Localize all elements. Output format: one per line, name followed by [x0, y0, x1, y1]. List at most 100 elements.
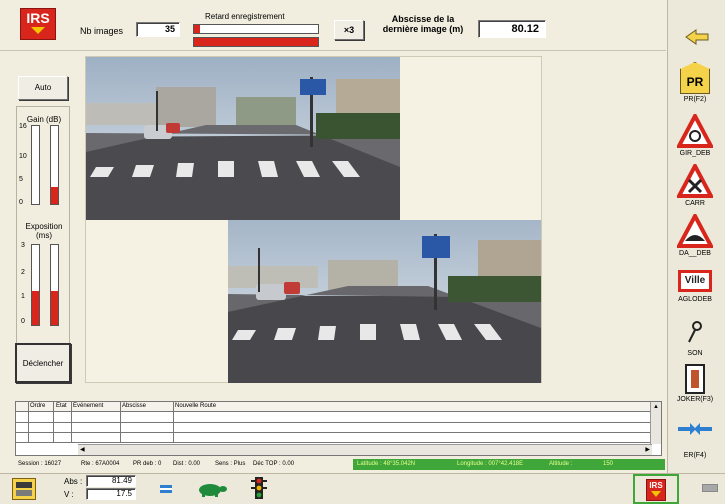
gain-tick-0: 0 [19, 199, 23, 206]
toolbar-da-deb-button[interactable]: DA__DEB [672, 211, 718, 260]
microphone-icon [688, 321, 702, 343]
x3-button[interactable]: ×3 [334, 20, 364, 40]
col-header-abscisse[interactable]: Abscisse [122, 403, 146, 409]
expo-bar-right [50, 244, 59, 326]
auto-button[interactable]: Auto [18, 76, 68, 100]
expo-label: Exposition (ms) [17, 222, 71, 240]
traffic-light-icon[interactable] [249, 476, 269, 502]
abs-value: 81.49 [111, 476, 132, 485]
declencher-label: Déclencher [22, 359, 64, 368]
expo-tick-1: 1 [21, 293, 25, 300]
gps-longitude: Longitude : 007°42.418E [457, 461, 524, 467]
toolbar-son-label: SON [687, 350, 703, 357]
col-header-etat[interactable]: Etat [56, 403, 67, 409]
expo-bar-right-fill [51, 291, 58, 325]
road-view-svg [160, 485, 172, 493]
status-sens: Sens : Plus [215, 461, 246, 467]
nb-images-value: 35 [164, 24, 175, 34]
abscisse-label: Abscisse de la dernière image (m) [373, 14, 473, 34]
irs-status-logo-text: IRS [649, 481, 663, 490]
joker-icon [685, 364, 705, 394]
crossroad-sign-icon [675, 161, 715, 198]
scroll-right-icon[interactable]: ▶ [645, 446, 650, 453]
irs-logo-text: IRS [26, 10, 50, 26]
toolbar-er-button[interactable]: ER(F4) [672, 418, 718, 464]
minimize-icon[interactable] [702, 484, 718, 492]
row-line-1 [16, 422, 650, 423]
gain-bar-right [50, 125, 59, 205]
toolbar-pr-label: PR(F2) [683, 96, 707, 103]
turtle-svg [199, 484, 227, 497]
declencher-button[interactable]: Déclencher [15, 343, 71, 383]
traffic-light-svg [251, 477, 267, 499]
road-photo-2 [228, 220, 541, 383]
irs-status-box[interactable]: IRS [633, 474, 679, 504]
irs-arrow-icon [31, 27, 45, 34]
camera-image-1 [86, 57, 400, 220]
toolbar-da-deb-label: DA__DEB [679, 250, 711, 257]
abscisse-value: 80.12 [511, 23, 539, 35]
abs-label: Abs : [64, 477, 83, 486]
toolbar-gir-deb-button[interactable]: GIR_DEB [672, 111, 718, 160]
sensor-panel: Gain (dB) 16 10 5 0 Exposition (ms) 3 2 … [16, 106, 70, 364]
pr-distance-icon[interactable] [12, 478, 36, 500]
speed-bump-sign-icon [675, 211, 715, 248]
col-header-nouvelle-route[interactable]: Nouvelle Route [175, 403, 216, 409]
road-view-icon[interactable] [157, 482, 175, 496]
table-vscrollbar[interactable]: ▲ [650, 402, 661, 444]
toolbar-aglodeb-label: AGLODEB [678, 296, 712, 303]
status-pr-deb: PR deb : 0 [133, 461, 162, 467]
retard-secondary-bar [193, 37, 319, 47]
toolbar-aglodeb-button[interactable]: Ville AGLODEB [672, 264, 718, 310]
col-header-ordre[interactable]: Ordre [30, 403, 45, 409]
ville-sign-icon: Ville [678, 270, 712, 292]
toolbar-joker-button[interactable]: JOKER(F3) [672, 364, 718, 410]
gain-tick-16: 16 [19, 123, 27, 130]
pr-sign-text: PR [686, 75, 704, 89]
toolbar-gir-deb-label: GIR_DEB [679, 150, 711, 157]
expo-tick-2: 2 [21, 269, 25, 276]
back-arrow-icon [685, 29, 709, 45]
event-table[interactable]: Ordre Etat Evénement Abscisse Nouvelle R… [15, 401, 662, 456]
road-photo-1 [86, 57, 400, 220]
narrowing-arrows-icon [678, 423, 712, 435]
toolbar-carr-label: CARR [685, 200, 705, 207]
nb-images-label: Nb images [80, 26, 124, 36]
v-label: V : [64, 490, 74, 499]
v-value: 17.5 [116, 489, 132, 498]
status-rte: Rte : 67A0004 [81, 461, 120, 467]
status-session: Session : 16027 [18, 461, 62, 467]
joker-figure [691, 370, 699, 388]
gain-bar-right-fill [51, 186, 58, 204]
retard-label: Retard enregistrement [205, 12, 285, 21]
pr-icon-bar [16, 482, 32, 488]
scroll-left-icon[interactable]: ◀ [80, 446, 85, 453]
gps-altitude-value: 150 [603, 461, 614, 467]
irs-status-logo: IRS [646, 479, 666, 501]
auto-label: Auto [34, 83, 52, 92]
col-header-evenement[interactable]: Evénement [73, 403, 103, 409]
expo-tick-3: 3 [21, 242, 25, 249]
scroll-up-icon[interactable]: ▲ [651, 402, 661, 412]
status-dec-top: Déc TOP : 0.00 [253, 461, 295, 467]
toolbar-er-label: ER(F4) [683, 452, 707, 459]
toolbar-pr-button[interactable]: PR PR(F2) [672, 62, 718, 110]
camera-image-2 [228, 220, 541, 383]
turtle-icon[interactable] [194, 480, 228, 498]
nb-images-field: 35 [136, 22, 180, 37]
expo-bar-left-fill [32, 291, 39, 325]
abscisse-label-line2: dernière image (m) [382, 24, 464, 34]
toolbar-son-button[interactable]: SON [672, 318, 718, 360]
expo-tick-0: 0 [21, 318, 25, 325]
gain-bar-left [31, 125, 40, 205]
gain-scale: 16 10 5 0 [19, 123, 31, 206]
table-hscrollbar[interactable]: ◀ ▶ [78, 444, 652, 455]
abscisse-label-line1: Abscisse de la [391, 14, 455, 24]
pr-sign-icon: PR [680, 62, 710, 94]
toolbar-carr-button[interactable]: CARR [672, 161, 718, 210]
status-dist: Dist : 0.00 [173, 461, 201, 467]
toolbar-joker-label: JOKER(F3) [676, 396, 714, 403]
status-bar: Session : 16027 Rte : 67A0004 PR deb : 0… [15, 459, 665, 470]
top-divider [0, 50, 666, 51]
toolbar-back-button[interactable] [678, 22, 714, 52]
